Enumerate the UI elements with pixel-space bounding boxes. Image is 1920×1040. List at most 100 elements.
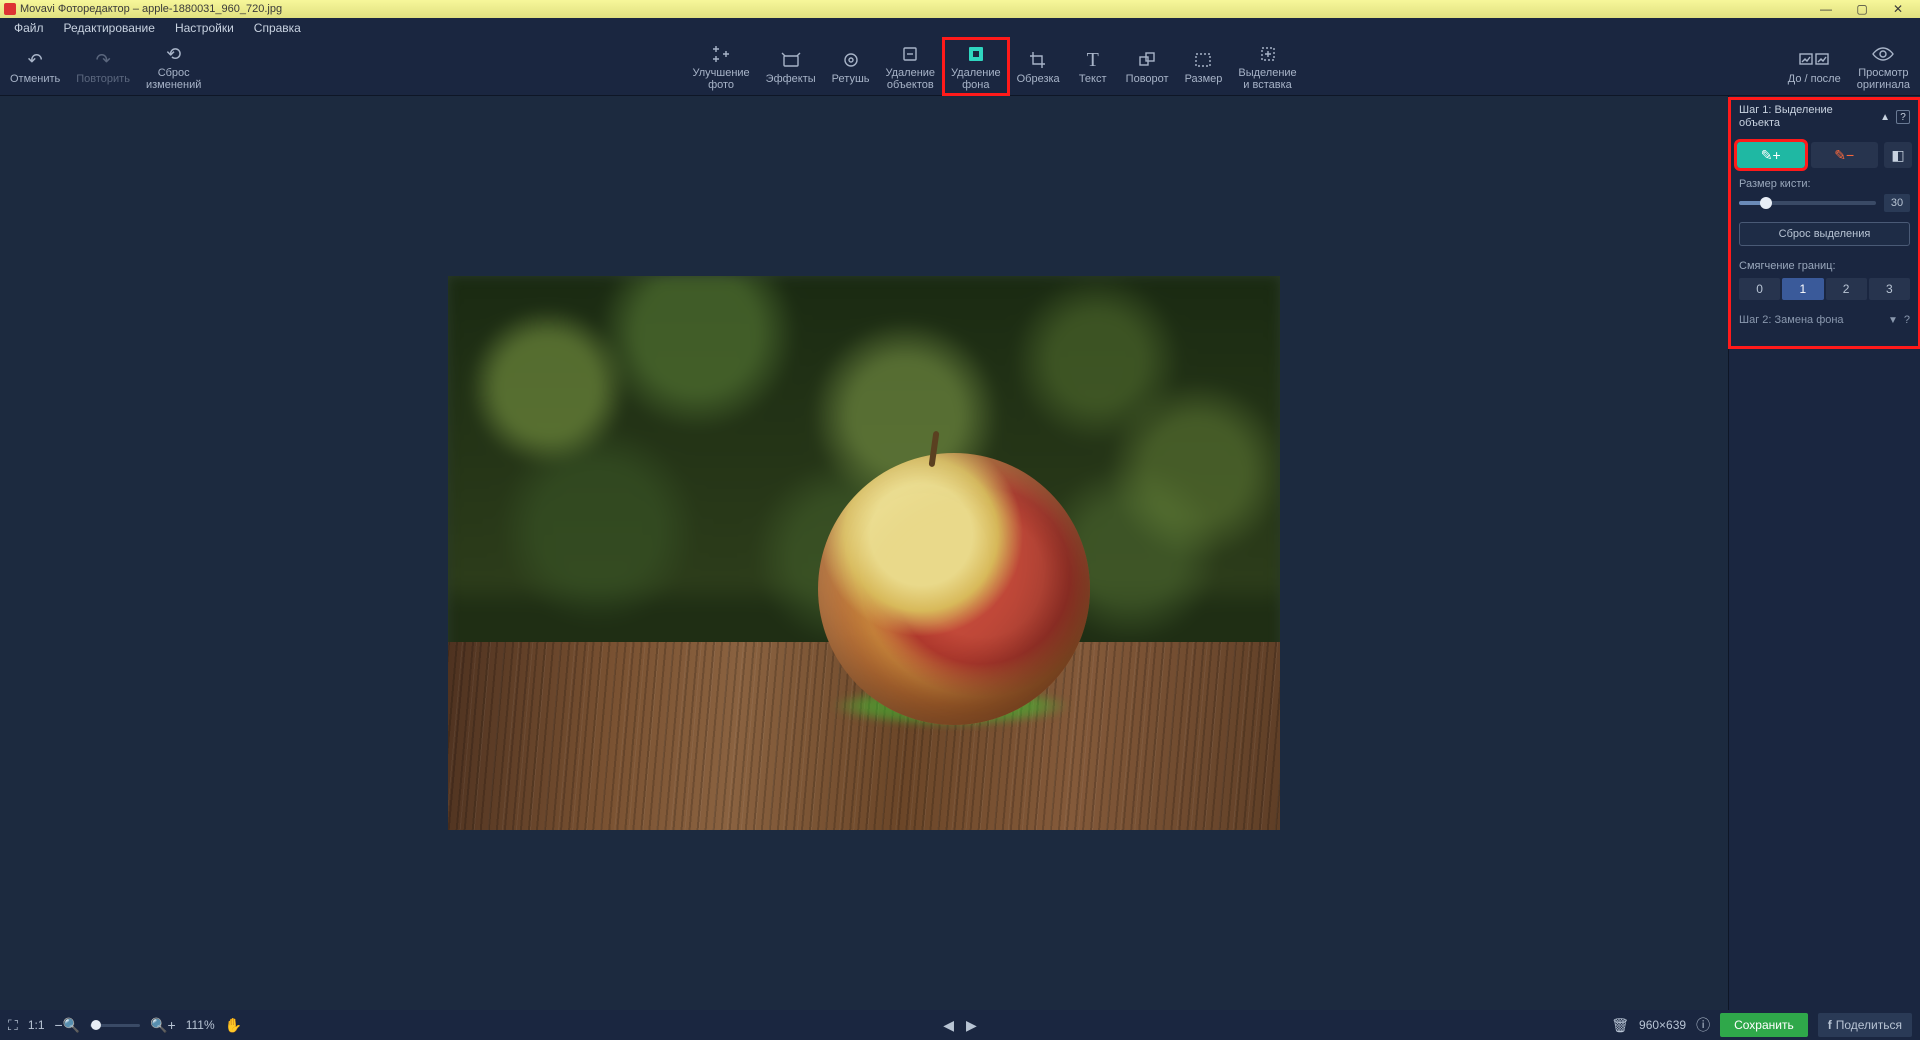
fit-actual-button[interactable]: 1:1 bbox=[28, 1018, 45, 1032]
menu-edit[interactable]: Редактирование bbox=[54, 21, 165, 35]
enhance-label: Улучшение фото bbox=[692, 67, 749, 91]
soften-0[interactable]: 0 bbox=[1739, 278, 1780, 300]
main-area: Шаг 1: Выделение объекта ▲ ? ✎+ ✎− ◧ Раз… bbox=[0, 96, 1920, 1010]
remove-objects-label: Удаление объектов bbox=[886, 67, 936, 91]
redo-icon: ↷ bbox=[96, 49, 111, 71]
resize-label: Размер bbox=[1185, 73, 1223, 85]
menu-help[interactable]: Справка bbox=[244, 21, 311, 35]
reset-changes-button[interactable]: ⟲ Сброс изменений bbox=[138, 38, 209, 95]
info-button[interactable]: ⓘ bbox=[1696, 1015, 1710, 1035]
effects-label: Эффекты bbox=[766, 73, 816, 85]
view-original-button[interactable]: Просмотр оригинала bbox=[1849, 38, 1918, 95]
minimize-button[interactable]: — bbox=[1808, 1, 1844, 17]
eraser-icon: ◧ bbox=[1891, 147, 1904, 164]
step2-help-button[interactable]: ? bbox=[1904, 314, 1910, 326]
slider-thumb[interactable] bbox=[1760, 197, 1772, 209]
redo-label: Повторить bbox=[76, 73, 130, 85]
image-canvas[interactable] bbox=[448, 276, 1280, 830]
zoom-slider[interactable] bbox=[90, 1024, 140, 1027]
brush-add-icon: ✎+ bbox=[1761, 147, 1781, 164]
soften-3[interactable]: 3 bbox=[1869, 278, 1910, 300]
reset-icon: ⟲ bbox=[166, 43, 181, 65]
fullscreen-button[interactable]: ⛶ bbox=[8, 1017, 18, 1034]
reset-selection-button[interactable]: Сброс выделения bbox=[1739, 222, 1910, 246]
next-image-button[interactable]: ▶ bbox=[966, 1017, 977, 1034]
maximize-button[interactable]: ▢ bbox=[1844, 1, 1880, 17]
undo-label: Отменить bbox=[10, 73, 60, 85]
step1-help-button[interactable]: ? bbox=[1896, 110, 1910, 124]
resize-button[interactable]: Размер bbox=[1177, 38, 1231, 95]
reset-label: Сброс изменений bbox=[146, 67, 201, 91]
brush-size-value: 30 bbox=[1884, 194, 1910, 212]
view-original-label: Просмотр оригинала bbox=[1857, 67, 1910, 91]
remove-background-button[interactable]: Удаление фона bbox=[943, 38, 1009, 95]
zoom-percent: 111% bbox=[186, 1018, 215, 1032]
select-insert-icon bbox=[1258, 43, 1278, 65]
brush-add-button[interactable]: ✎+ bbox=[1737, 142, 1805, 168]
zoom-slider-thumb[interactable] bbox=[91, 1020, 101, 1030]
image-dimensions: 960×639 bbox=[1639, 1018, 1686, 1032]
brush-subtract-icon: ✎− bbox=[1834, 147, 1854, 164]
undo-button[interactable]: ↶ Отменить bbox=[2, 38, 68, 95]
statusbar-center: ◀ ▶ bbox=[943, 1017, 977, 1034]
close-button[interactable]: ✕ bbox=[1880, 1, 1916, 17]
edge-soften-segments: 0 1 2 3 bbox=[1729, 274, 1920, 304]
soften-1[interactable]: 1 bbox=[1782, 278, 1823, 300]
brush-subtract-button[interactable]: ✎− bbox=[1811, 142, 1879, 168]
step2-label: Шаг 2: Замена фона bbox=[1739, 314, 1844, 326]
text-label: Текст bbox=[1079, 73, 1107, 85]
facebook-icon: f bbox=[1828, 1018, 1832, 1032]
share-label: Поделиться bbox=[1836, 1018, 1902, 1032]
before-after-icon bbox=[1799, 49, 1829, 71]
crop-icon bbox=[1028, 49, 1048, 71]
redo-button[interactable]: ↷ Повторить bbox=[68, 38, 138, 95]
brush-size-row: 30 bbox=[1729, 192, 1920, 214]
eye-icon bbox=[1872, 43, 1894, 65]
eraser-button[interactable]: ◧ bbox=[1884, 142, 1912, 168]
retouch-icon bbox=[841, 49, 861, 71]
delete-button[interactable]: 🗑 bbox=[1611, 1017, 1629, 1034]
brush-tools-row: ✎+ ✎− ◧ bbox=[1729, 138, 1920, 172]
menu-file[interactable]: Файл bbox=[4, 21, 54, 35]
text-icon: T bbox=[1087, 49, 1099, 71]
crop-label: Обрезка bbox=[1017, 73, 1060, 85]
remove-objects-icon bbox=[900, 43, 920, 65]
step1-header[interactable]: Шаг 1: Выделение объекта ▲ ? bbox=[1729, 96, 1920, 138]
rotate-icon bbox=[1137, 49, 1157, 71]
brush-size-slider[interactable] bbox=[1739, 201, 1876, 205]
before-after-label: До / после bbox=[1788, 73, 1841, 85]
toolbar: ↶ Отменить ↷ Повторить ⟲ Сброс изменений… bbox=[0, 38, 1920, 96]
rotate-label: Поворот bbox=[1126, 73, 1169, 85]
prev-image-button[interactable]: ◀ bbox=[943, 1017, 954, 1034]
retouch-button[interactable]: Ретушь bbox=[824, 38, 878, 95]
select-insert-button[interactable]: Выделение и вставка bbox=[1230, 38, 1304, 95]
edge-soften-label: Смягчение границ: bbox=[1729, 254, 1920, 274]
enhance-button[interactable]: Улучшение фото bbox=[684, 38, 757, 95]
undo-icon: ↶ bbox=[28, 49, 43, 71]
step1-label: Шаг 1: Выделение объекта bbox=[1739, 104, 1874, 130]
app-logo-icon bbox=[4, 3, 16, 15]
rotate-button[interactable]: Поворот bbox=[1118, 38, 1177, 95]
canvas-area[interactable] bbox=[0, 96, 1728, 1010]
statusbar-left: ⛶ 1:1 −🔍 🔍+ 111% ✋ bbox=[8, 1017, 242, 1034]
share-button[interactable]: f Поделиться bbox=[1818, 1013, 1912, 1037]
save-button[interactable]: Сохранить bbox=[1720, 1013, 1808, 1037]
statusbar: ⛶ 1:1 −🔍 🔍+ 111% ✋ ◀ ▶ 🗑 960×639 ⓘ Сохра… bbox=[0, 1010, 1920, 1040]
soften-2[interactable]: 2 bbox=[1826, 278, 1867, 300]
effects-button[interactable]: Эффекты bbox=[758, 38, 824, 95]
hand-tool-button[interactable]: ✋ bbox=[225, 1017, 242, 1034]
before-after-button[interactable]: До / после bbox=[1780, 38, 1849, 95]
crop-button[interactable]: Обрезка bbox=[1009, 38, 1068, 95]
zoom-out-button[interactable]: −🔍 bbox=[55, 1017, 81, 1034]
step2-header[interactable]: Шаг 2: Замена фона ▼ ? bbox=[1729, 304, 1920, 336]
text-button[interactable]: T Текст bbox=[1068, 38, 1118, 95]
remove-background-label: Удаление фона bbox=[951, 67, 1001, 91]
menubar: Файл Редактирование Настройки Справка bbox=[0, 18, 1920, 38]
menu-settings[interactable]: Настройки bbox=[165, 21, 244, 35]
zoom-in-button[interactable]: 🔍+ bbox=[150, 1017, 176, 1034]
brush-size-label: Размер кисти: bbox=[1729, 172, 1920, 192]
enhance-icon bbox=[711, 43, 731, 65]
collapse-up-icon: ▲ bbox=[1880, 112, 1890, 123]
window-title: Movavi Фоторедактор – apple-1880031_960_… bbox=[20, 3, 1808, 15]
remove-objects-button[interactable]: Удаление объектов bbox=[878, 38, 944, 95]
